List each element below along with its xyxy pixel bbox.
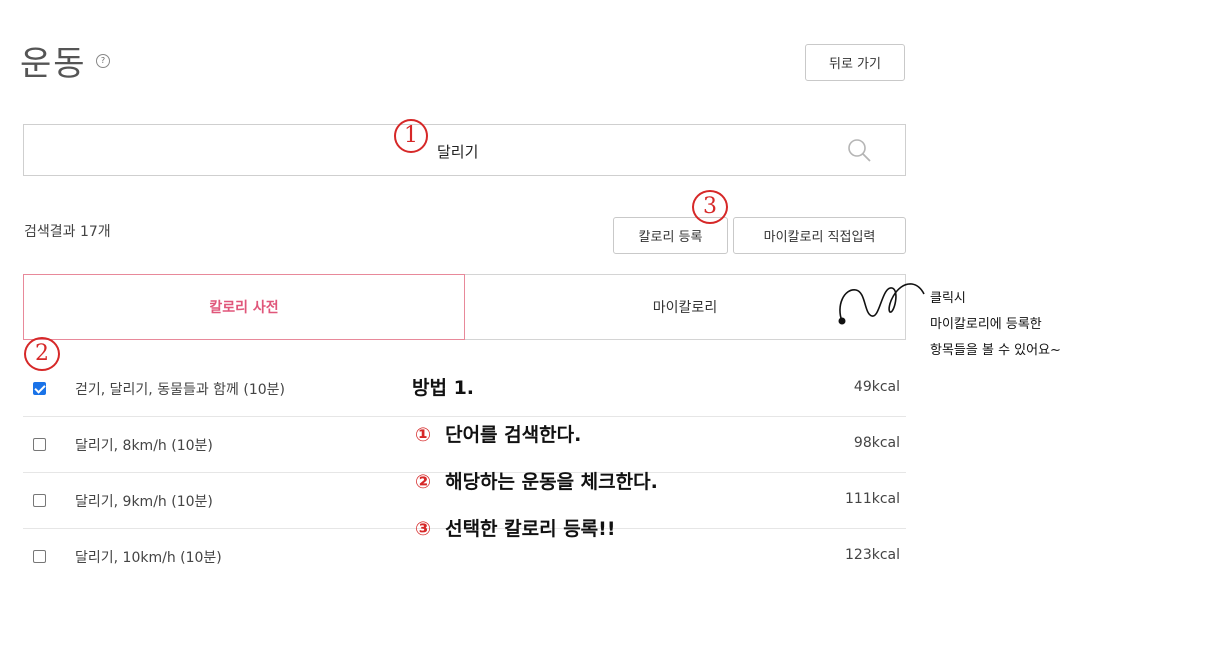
back-button[interactable]: 뒤로 가기 <box>805 44 905 81</box>
side-note-line: 항목들을 볼 수 있어요~ <box>930 343 1061 358</box>
my-calorie-direct-input-button[interactable]: 마이칼로리 직접입력 <box>733 217 906 254</box>
step-text: 단어를 검색한다. <box>445 424 582 446</box>
exercise-name: 달리기, 9km/h (10분) <box>75 494 213 510</box>
row-checkbox[interactable] <box>33 550 46 563</box>
search-icon[interactable] <box>846 137 872 163</box>
exercise-kcal: 123kcal <box>845 547 900 563</box>
exercise-kcal: 49kcal <box>853 379 900 395</box>
step-text: 선택한 칼로리 등록!! <box>445 518 616 540</box>
method-step: ③ 선택한 칼로리 등록!! <box>415 514 616 541</box>
row-checkbox[interactable] <box>33 494 46 507</box>
method-title: 방법 1. <box>412 377 475 399</box>
exercise-name: 걷기, 달리기, 동물들과 함께 (10분) <box>75 382 285 398</box>
result-count: 검색결과 17개 <box>24 224 111 240</box>
row-checkbox[interactable] <box>33 382 46 395</box>
tab-calorie-dictionary[interactable]: 칼로리 사전 <box>23 274 465 340</box>
annotation-marker-3: 3 <box>692 190 728 224</box>
side-note-line: 마이칼로리에 등록한 <box>930 317 1042 332</box>
step-text: 해당하는 운동을 체크한다. <box>445 471 658 493</box>
step-number: ② <box>415 471 432 493</box>
step-number: ③ <box>415 518 432 540</box>
annotation-marker-1: 1 <box>394 119 428 153</box>
page-title: 운동 <box>20 44 87 84</box>
exercise-name: 달리기, 10km/h (10분) <box>75 550 222 566</box>
row-checkbox[interactable] <box>33 438 46 451</box>
exercise-kcal: 98kcal <box>853 435 900 451</box>
search-value: 달리기 <box>437 143 479 161</box>
exercise-name: 달리기, 8km/h (10분) <box>75 438 213 454</box>
step-number: ① <box>415 424 432 446</box>
help-icon[interactable]: ? <box>96 54 110 68</box>
exercise-kcal: 111kcal <box>845 491 900 507</box>
annotation-marker-2: 2 <box>24 337 60 371</box>
side-note: 클릭시 마이칼로리에 등록한 항목들을 볼 수 있어요~ <box>930 286 1061 364</box>
method-step: ② 해당하는 운동을 체크한다. <box>415 467 658 494</box>
loop-arrow-icon <box>838 283 925 325</box>
side-note-line: 클릭시 <box>930 291 966 306</box>
method-step: ① 단어를 검색한다. <box>415 420 581 447</box>
